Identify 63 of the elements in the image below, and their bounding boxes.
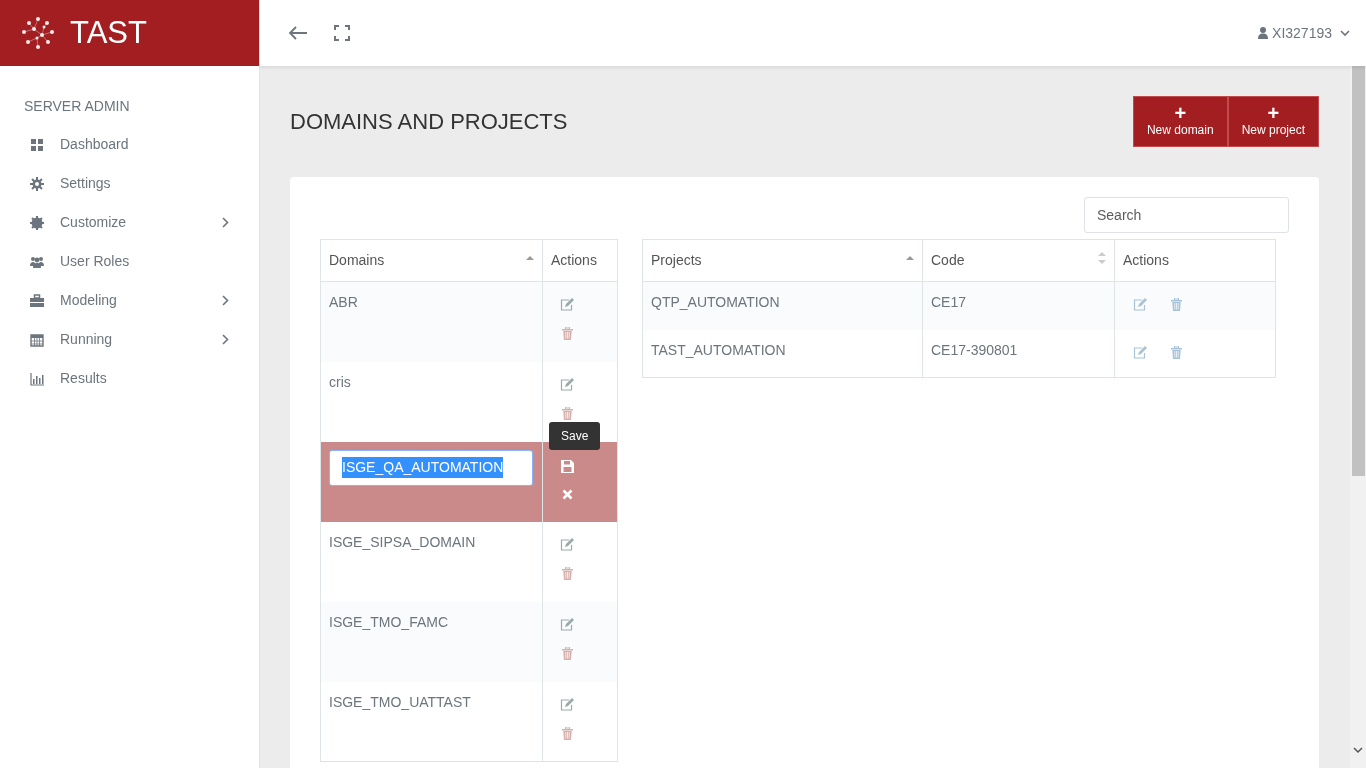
- user-menu[interactable]: XI327193: [1272, 22, 1350, 44]
- domain-name: ISGE_TMO_FAMC: [329, 613, 449, 630]
- cancel-icon[interactable]: [561, 488, 573, 500]
- trash-icon[interactable]: [1171, 345, 1182, 359]
- user-icon: [1258, 27, 1269, 39]
- sidebar-item[interactable]: Running: [60, 329, 222, 350]
- domain-name: ABR: [329, 294, 358, 311]
- domain-name: ISGE_SIPSA_DOMAIN: [329, 533, 476, 550]
- domain-name: cris: [329, 373, 351, 390]
- scrollbar[interactable]: [1350, 66, 1366, 768]
- trash-icon[interactable]: [561, 726, 573, 740]
- edit-icon[interactable]: [560, 697, 574, 711]
- tooltip: Save: [549, 421, 601, 450]
- sidebar-item[interactable]: Settings: [60, 173, 229, 194]
- column-header[interactable]: Domains: [320, 239, 543, 282]
- new-item-button[interactable]: + New project: [1227, 96, 1319, 148]
- back-arrow-icon[interactable]: [288, 25, 308, 41]
- save-icon[interactable]: [560, 459, 574, 473]
- trash-icon[interactable]: [1171, 298, 1182, 312]
- sidebar-item[interactable]: Customize: [60, 212, 222, 233]
- trash-icon[interactable]: [561, 327, 573, 341]
- logo-icon: [20, 15, 56, 51]
- bar-chart-icon: [30, 371, 44, 386]
- trash-icon[interactable]: [561, 646, 573, 660]
- sidebar-heading: SERVER ADMIN: [23, 97, 131, 116]
- column-header[interactable]: Code: [922, 239, 1115, 282]
- new-item-button[interactable]: + New domain: [1132, 96, 1228, 148]
- edit-icon[interactable]: [560, 377, 574, 391]
- gear-icon: [30, 176, 44, 191]
- users-icon: [30, 254, 44, 269]
- cog-icon: [30, 215, 44, 230]
- sidebar-item[interactable]: User Roles: [60, 251, 229, 272]
- table-cell: CE17-390801: [922, 329, 1115, 378]
- column-header[interactable]: Projects: [642, 239, 923, 282]
- scroll-down-icon[interactable]: [1353, 746, 1363, 754]
- sidebar-item[interactable]: Modeling: [60, 290, 222, 311]
- domain-name-field[interactable]: ISGE_QA_AUTOMATION: [329, 449, 533, 486]
- edit-icon[interactable]: [560, 617, 574, 631]
- table-cell: QTP_AUTOMATION: [642, 281, 923, 330]
- trash-icon[interactable]: [561, 406, 573, 420]
- table-cell: CE17: [922, 281, 1115, 330]
- calendar-icon: [30, 332, 44, 347]
- edit-icon[interactable]: [1133, 298, 1147, 312]
- chevron-down-icon: [1340, 29, 1350, 37]
- column-header: Actions: [542, 239, 618, 282]
- fullscreen-icon[interactable]: [334, 25, 350, 41]
- sidebar-item[interactable]: Results: [60, 368, 229, 389]
- domain-name: ISGE_TMO_UATTAST: [329, 693, 471, 710]
- briefcase-icon: [30, 293, 44, 308]
- edit-icon[interactable]: [560, 537, 574, 551]
- search-field[interactable]: Search: [1084, 197, 1289, 234]
- column-header: Actions: [1114, 239, 1276, 282]
- edit-icon[interactable]: [560, 298, 574, 312]
- grid-icon: [30, 137, 44, 152]
- edit-icon[interactable]: [1133, 345, 1147, 359]
- sidebar-item[interactable]: Dashboard: [60, 134, 229, 155]
- sort-asc-icon: [906, 256, 914, 261]
- sort-asc-icon: [526, 256, 534, 261]
- brand-name: TAST: [70, 13, 147, 52]
- sort-icon: [1098, 250, 1106, 267]
- page-title: DOMAINS AND PROJECTS: [290, 108, 568, 135]
- table-cell: TAST_AUTOMATION: [642, 329, 923, 378]
- trash-icon[interactable]: [561, 566, 573, 580]
